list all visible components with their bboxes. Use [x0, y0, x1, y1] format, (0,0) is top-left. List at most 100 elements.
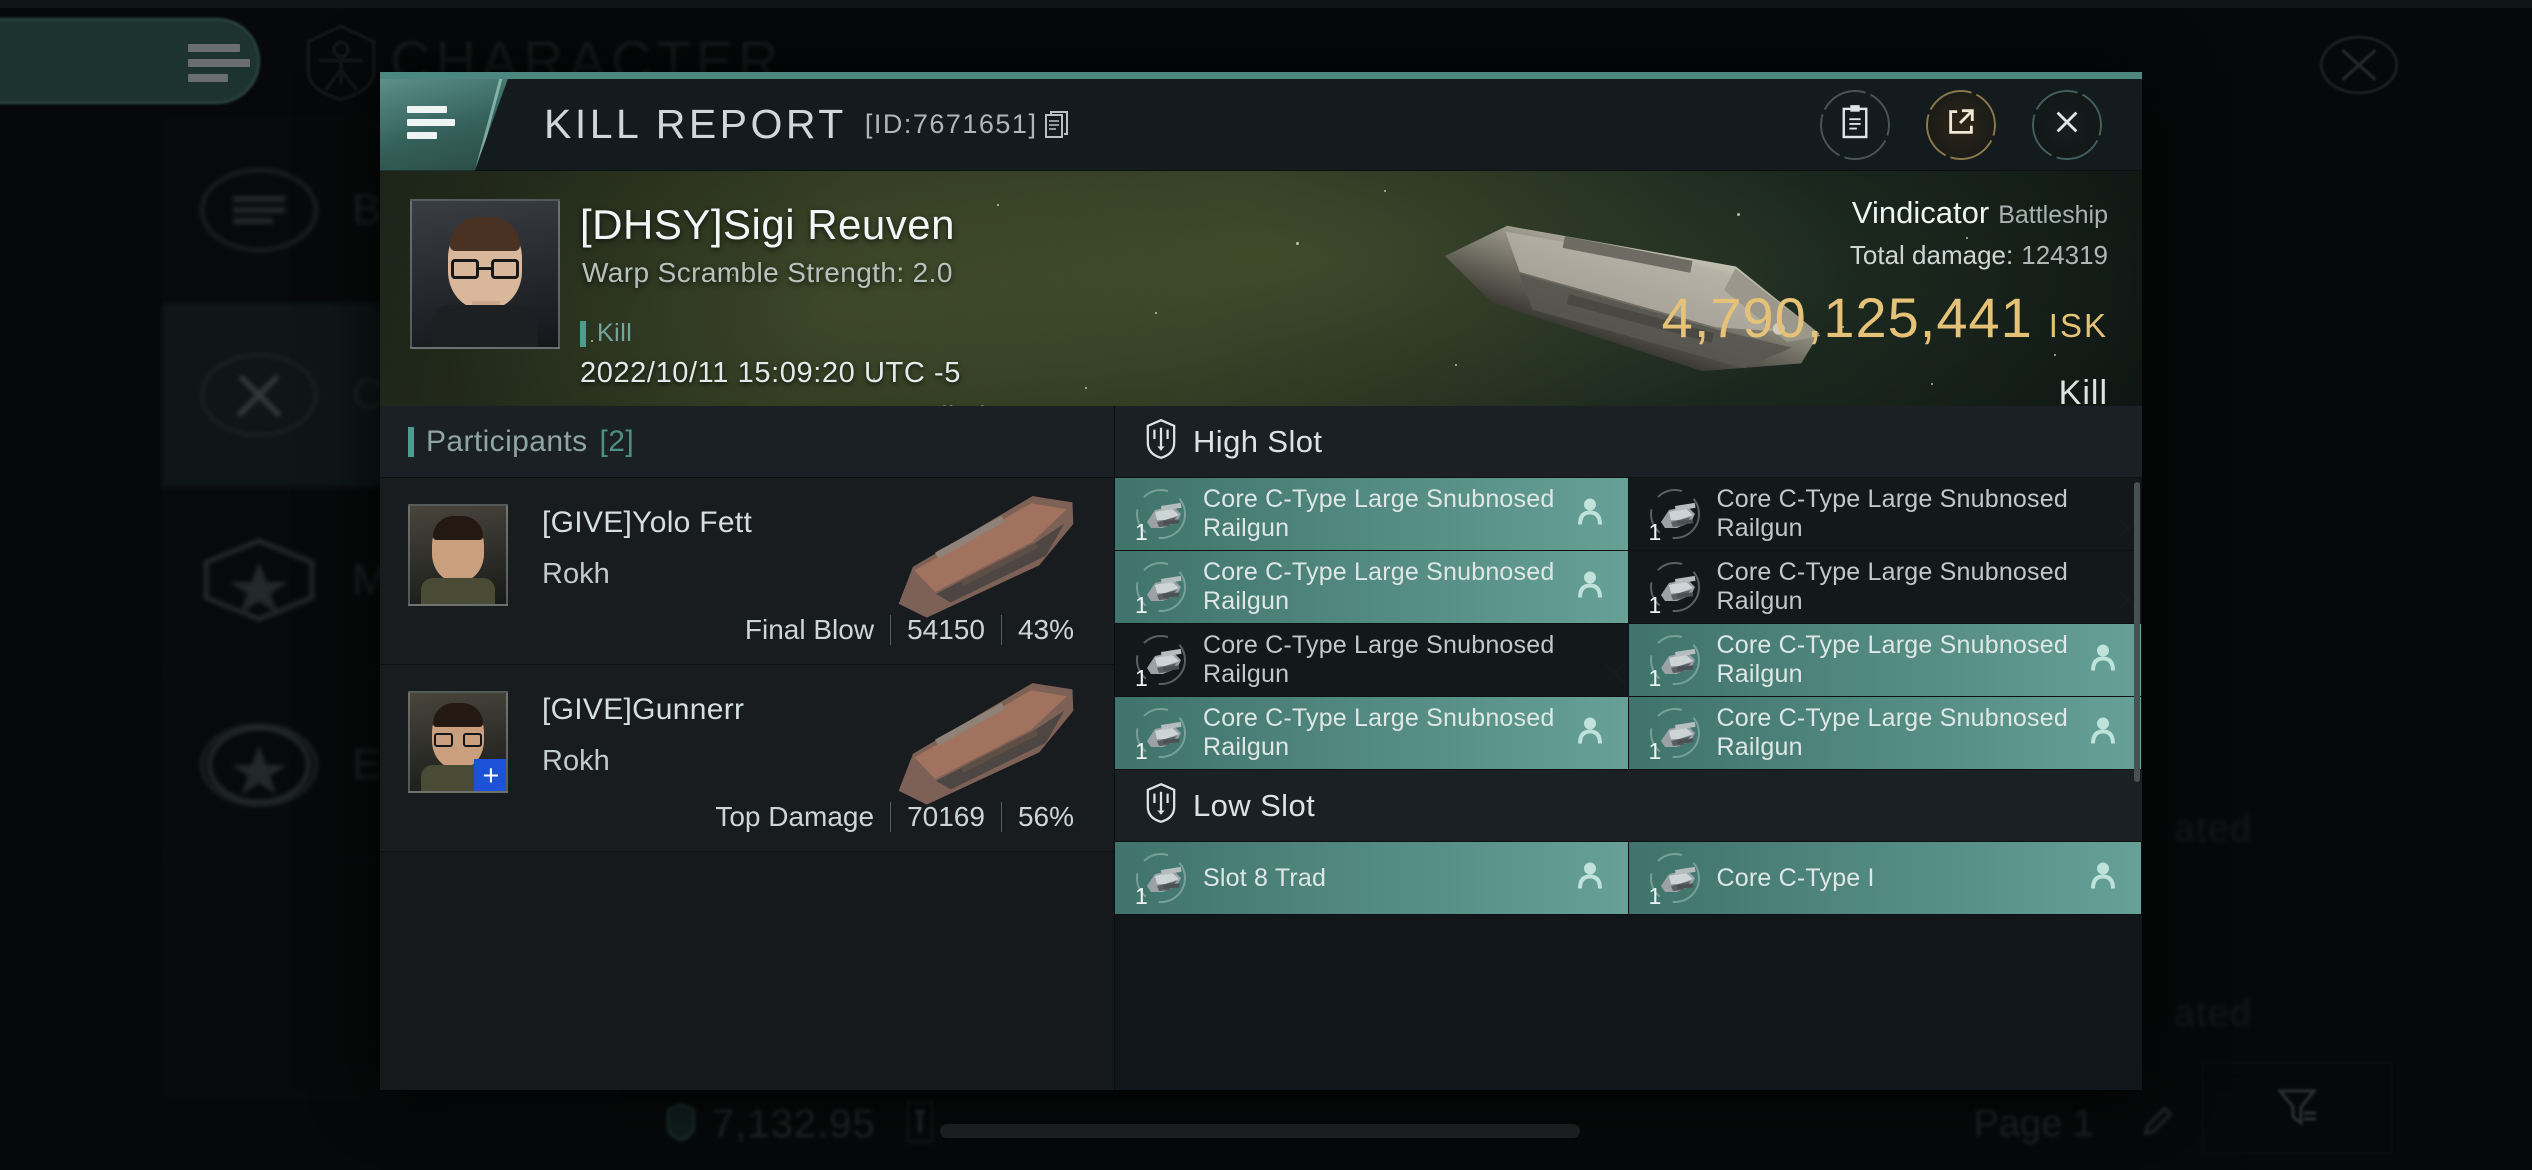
slot-item-name: Core C-Type Large Snubnosed Railgun [1203, 485, 1555, 542]
slot-item-name: Core C-Type Large Snubnosed Railgun [1716, 485, 2068, 542]
plus-badge-icon: + [474, 759, 506, 791]
close-button[interactable] [2032, 89, 2102, 160]
kill-timestamp: 2022/10/11 15:09:20 UTC -5 [580, 357, 962, 389]
copy-icon[interactable] [1045, 110, 1069, 139]
person-icon [1577, 862, 1602, 895]
slots-scrollbar-thumb[interactable] [2134, 482, 2140, 782]
hamburger-menu-icon [407, 105, 455, 145]
status-badge: Kill [580, 319, 632, 348]
participants-title: Participants [426, 424, 588, 458]
railgun-module-icon: 1 [1647, 705, 1703, 764]
slot-item-row[interactable]: 1 Core C-Type Large Snubnosed Railgun [1628, 551, 2142, 624]
railgun-module-icon: 1 [1647, 850, 1703, 909]
slot-item-name: Core C-Type Large Snubnosed Railgun [1203, 704, 1555, 761]
participant-name: [GIVE]Yolo Fett [542, 506, 753, 539]
slot-item-quantity: 1 [1135, 738, 1148, 764]
slot-item-row[interactable]: 1 Slot 8 Trad [1115, 842, 1629, 915]
slot-item-quantity: 1 [1648, 665, 1662, 691]
participant-percent: 56% [1017, 801, 1074, 832]
dialog-title: KILL REPORT [544, 101, 847, 147]
railgun-module-icon: 1 [1133, 705, 1189, 764]
railgun-module-icon: 1 [1133, 850, 1189, 909]
participants-header: Participants [2] [380, 406, 1114, 478]
participants-count: [2] [599, 424, 635, 458]
total-damage-label: Total damage: [1849, 240, 2014, 270]
participant-percent: 43% [1017, 614, 1074, 645]
kill-report-id: [ID:7671651] [864, 109, 1038, 139]
isk-value: 4,790,125,441 [1661, 286, 2033, 349]
dialog-header-actions [1820, 89, 2142, 160]
high-slot-title: High Slot [1193, 423, 1323, 459]
slot-item-name: Core C-Type Large Snubnosed Railgun [1203, 631, 1555, 688]
button-ring [1926, 89, 1996, 160]
railgun-module-icon: 1 [1133, 632, 1189, 691]
high-slot-shield-icon [1145, 418, 1177, 465]
railgun-module-icon: 1 [1647, 632, 1703, 691]
slot-item-name: Core C-Type Large Snubnosed Railgun [1716, 704, 2068, 761]
low-slot-grid: 1 Slot 8 Trad 1 Core C-Type I [1115, 842, 2142, 915]
kill-result: Kill [2058, 374, 2108, 406]
high-slot-header: High Slot [1115, 406, 2142, 478]
total-damage-value: 124319 [2021, 240, 2108, 270]
participant-ship: Rokh [542, 745, 610, 777]
low-slot-title: Low Slot [1193, 787, 1316, 823]
button-ring [1820, 89, 1890, 160]
slot-item-row[interactable]: 1 Core C-Type Large Snubnosed Railgun [1628, 478, 2142, 551]
participant-row[interactable]: [GIVE]Yolo Fett Rokh Final Blow 54150 43… [380, 478, 1114, 665]
victim-subtitle: Warp Scramble Strength: 2.0 [582, 257, 953, 288]
clipboard-button[interactable] [1820, 89, 1890, 160]
isk-currency: ISK [2048, 307, 2108, 344]
avatar[interactable] [410, 199, 560, 349]
ship-name: Vindicator [1851, 195, 1990, 230]
slot-item-row[interactable]: 1 Core C-Type Large Snubnosed Railgun [1628, 624, 2142, 697]
slot-item-quantity: 1 [1135, 519, 1148, 545]
slot-item-row[interactable]: 1 Core C-Type I [1628, 842, 2142, 915]
railgun-module-icon: 1 [1647, 559, 1703, 618]
person-icon [2091, 644, 2115, 677]
railgun-module-icon: 1 [1133, 559, 1189, 618]
person-icon [2091, 862, 2115, 895]
participant-stats: Top Damage 70169 56% [699, 801, 1090, 833]
ship-class: Battleship [1998, 201, 2108, 229]
slot-item-name: Core C-Type Large Snubnosed Railgun [1203, 558, 1555, 615]
slot-item-row[interactable]: 1 Core C-Type Large Snubnosed Railgun [1115, 478, 1629, 551]
victim-name: [DHSY]Sigi Reuven [580, 201, 955, 248]
slot-item-quantity: 1 [1648, 738, 1662, 764]
participant-stats: Final Blow 54150 43% [729, 614, 1090, 646]
slot-item-quantity: 1 [1648, 519, 1662, 545]
slot-item-name: Slot 8 Trad [1203, 863, 1327, 892]
participant-role: Top Damage [715, 801, 875, 832]
low-slot-header: Low Slot [1115, 770, 2142, 842]
participant-damage: 54150 [907, 614, 985, 645]
slot-item-row[interactable]: 1 Core C-Type Large Snubnosed Railgun [1115, 551, 1629, 624]
participant-name: [GIVE]Gunnerr [542, 693, 745, 726]
kill-report-dialog: KILL REPORT [ID:7671651] [DHSY]Sigi Reuv… [380, 72, 2142, 1090]
railgun-module-icon: 1 [1133, 486, 1189, 545]
person-icon [1577, 571, 1602, 604]
victim-ship-summary: Vindicator Battleship Total damage: 124319… [1662, 195, 2108, 406]
victim-banner: [DHSY]Sigi Reuven Warp Scramble Strength… [380, 171, 2142, 406]
slot-item-row[interactable]: 1 Core C-Type Large Snubnosed Railgun [1628, 697, 2142, 770]
avatar[interactable]: + [408, 691, 508, 793]
low-slot-shield-icon [1145, 782, 1177, 829]
slot-item-quantity: 1 [1648, 592, 1662, 618]
avatar[interactable] [408, 504, 508, 606]
avatar-face [432, 217, 538, 347]
slot-item-name: Core C-Type Large Snubnosed Railgun [1716, 558, 2068, 615]
fitting-slots-panel: High Slot 1 Core C-Type Large Snubnosed R… [1115, 406, 2142, 1090]
dialog-header: KILL REPORT [ID:7671651] [380, 78, 2142, 171]
slot-item-quantity: 1 [1135, 883, 1148, 909]
status-badge-label: Kill [597, 319, 633, 347]
participants-panel: Participants [2] [GIVE]Yolo Fett Rokh Fi… [380, 406, 1115, 1090]
participant-row[interactable]: + [GIVE]Gunnerr Rokh Top Damage 70169 56… [380, 665, 1114, 852]
slot-item-row[interactable]: 1 Core C-Type Large Snubnosed Railgun [1115, 624, 1629, 697]
slot-item-name: Core C-Type I [1716, 863, 1875, 892]
share-button[interactable] [1926, 89, 1996, 160]
person-icon [2091, 717, 2115, 750]
slot-item-quantity: 1 [1648, 883, 1662, 909]
participant-role: Final Blow [744, 614, 875, 645]
button-ring [2032, 89, 2102, 160]
dialog-menu-button[interactable] [380, 78, 508, 171]
slot-item-row[interactable]: 1 Core C-Type Large Snubnosed Railgun [1115, 697, 1629, 770]
person-icon [1577, 717, 1602, 750]
